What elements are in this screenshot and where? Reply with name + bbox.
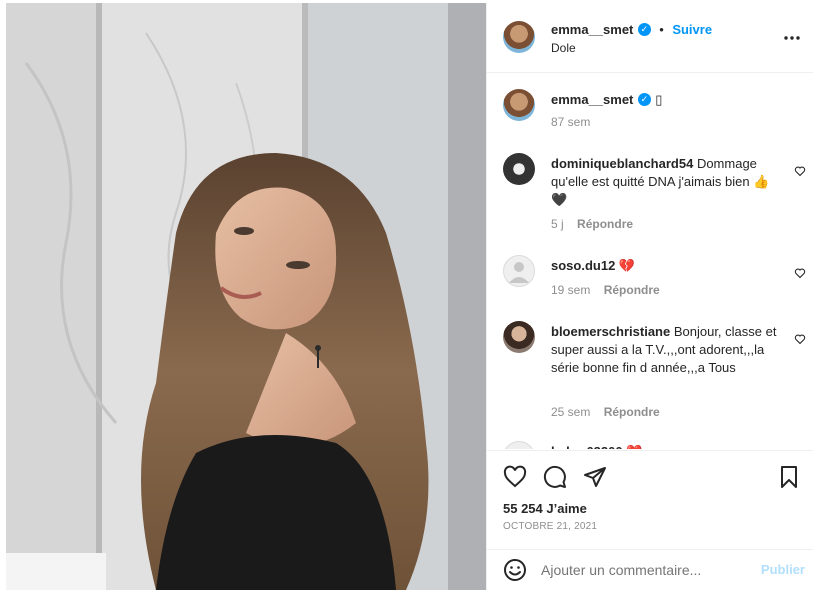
verified-badge-icon: ✓ <box>637 93 651 107</box>
comment-time: 5 j <box>551 217 564 231</box>
commenter-avatar[interactable] <box>503 255 535 287</box>
header-separator: • <box>659 22 664 37</box>
photo-illustration <box>6 3 486 590</box>
caption-username[interactable]: emma__smet <box>551 92 633 107</box>
comment-item: soso.du12 💔 19 sem Répondre <box>503 255 813 305</box>
post-actions: 55 254 J’aime OCTOBRE 21, 2021 <box>487 450 813 550</box>
caption-time: 87 sem <box>551 115 591 129</box>
post-location[interactable]: Dole <box>551 41 576 55</box>
commenter-avatar[interactable] <box>503 441 535 449</box>
emoji-icon[interactable] <box>503 558 527 582</box>
commenter-username[interactable]: soso.du12 <box>551 258 615 273</box>
share-icon[interactable] <box>583 465 607 489</box>
more-horizontal-icon[interactable] <box>783 29 801 47</box>
comment-item: dominiqueblanchard54 Dommage qu'elle est… <box>503 153 813 243</box>
reply-button[interactable]: Répondre <box>604 405 660 419</box>
author-username[interactable]: emma__smet <box>551 22 633 37</box>
comment-time: 19 sem <box>551 283 591 297</box>
comment-item: babar63200 ❤️ <box>503 441 813 449</box>
comment-like-icon[interactable] <box>794 333 806 345</box>
commenter-username[interactable]: babar63200 <box>551 444 623 449</box>
comment-like-icon[interactable] <box>794 267 806 279</box>
likes-count[interactable]: 55 254 J’aime <box>503 501 587 516</box>
verified-badge-icon: ✓ <box>637 23 651 37</box>
post-photo[interactable] <box>6 3 486 590</box>
comment-input[interactable] <box>541 560 741 580</box>
post-panel: emma__smet ✓ • Suivre Dole emma__smet ✓ … <box>486 3 813 590</box>
commenter-avatar[interactable] <box>503 321 535 353</box>
publish-button[interactable]: Publier <box>761 562 805 577</box>
reply-button[interactable]: Répondre <box>577 217 633 231</box>
caption-avatar[interactable] <box>503 89 535 121</box>
comment-time: 25 sem <box>551 405 591 419</box>
comment-composer: Publier <box>487 549 813 590</box>
comment-icon[interactable] <box>543 465 567 489</box>
follow-button[interactable]: Suivre <box>672 22 712 37</box>
comment-text: ❤️ <box>626 444 642 449</box>
comment-text: 💔 <box>618 258 636 273</box>
commenter-username[interactable]: dominiqueblanchard54 <box>551 156 693 171</box>
commenter-avatar[interactable] <box>503 153 535 185</box>
caption-text: ▯ <box>655 92 663 107</box>
comment-like-icon[interactable] <box>794 165 806 177</box>
author-avatar[interactable] <box>503 21 535 53</box>
reply-button[interactable]: Répondre <box>604 283 660 297</box>
heart-icon[interactable] <box>503 465 527 489</box>
post-date[interactable]: OCTOBRE 21, 2021 <box>503 521 597 532</box>
commenter-username[interactable]: bloemerschristiane <box>551 324 670 339</box>
comments-list[interactable]: dominiqueblanchard54 Dommage qu'elle est… <box>487 149 813 449</box>
comment-item: bloemerschristiane Bonjour, classe et su… <box>503 321 813 421</box>
caption: emma__smet ✓ ▯ 87 sem <box>503 89 803 139</box>
bookmark-icon[interactable] <box>777 465 801 489</box>
post-dialog: emma__smet ✓ • Suivre Dole emma__smet ✓ … <box>0 0 813 593</box>
post-header: emma__smet ✓ • Suivre Dole <box>487 3 813 73</box>
